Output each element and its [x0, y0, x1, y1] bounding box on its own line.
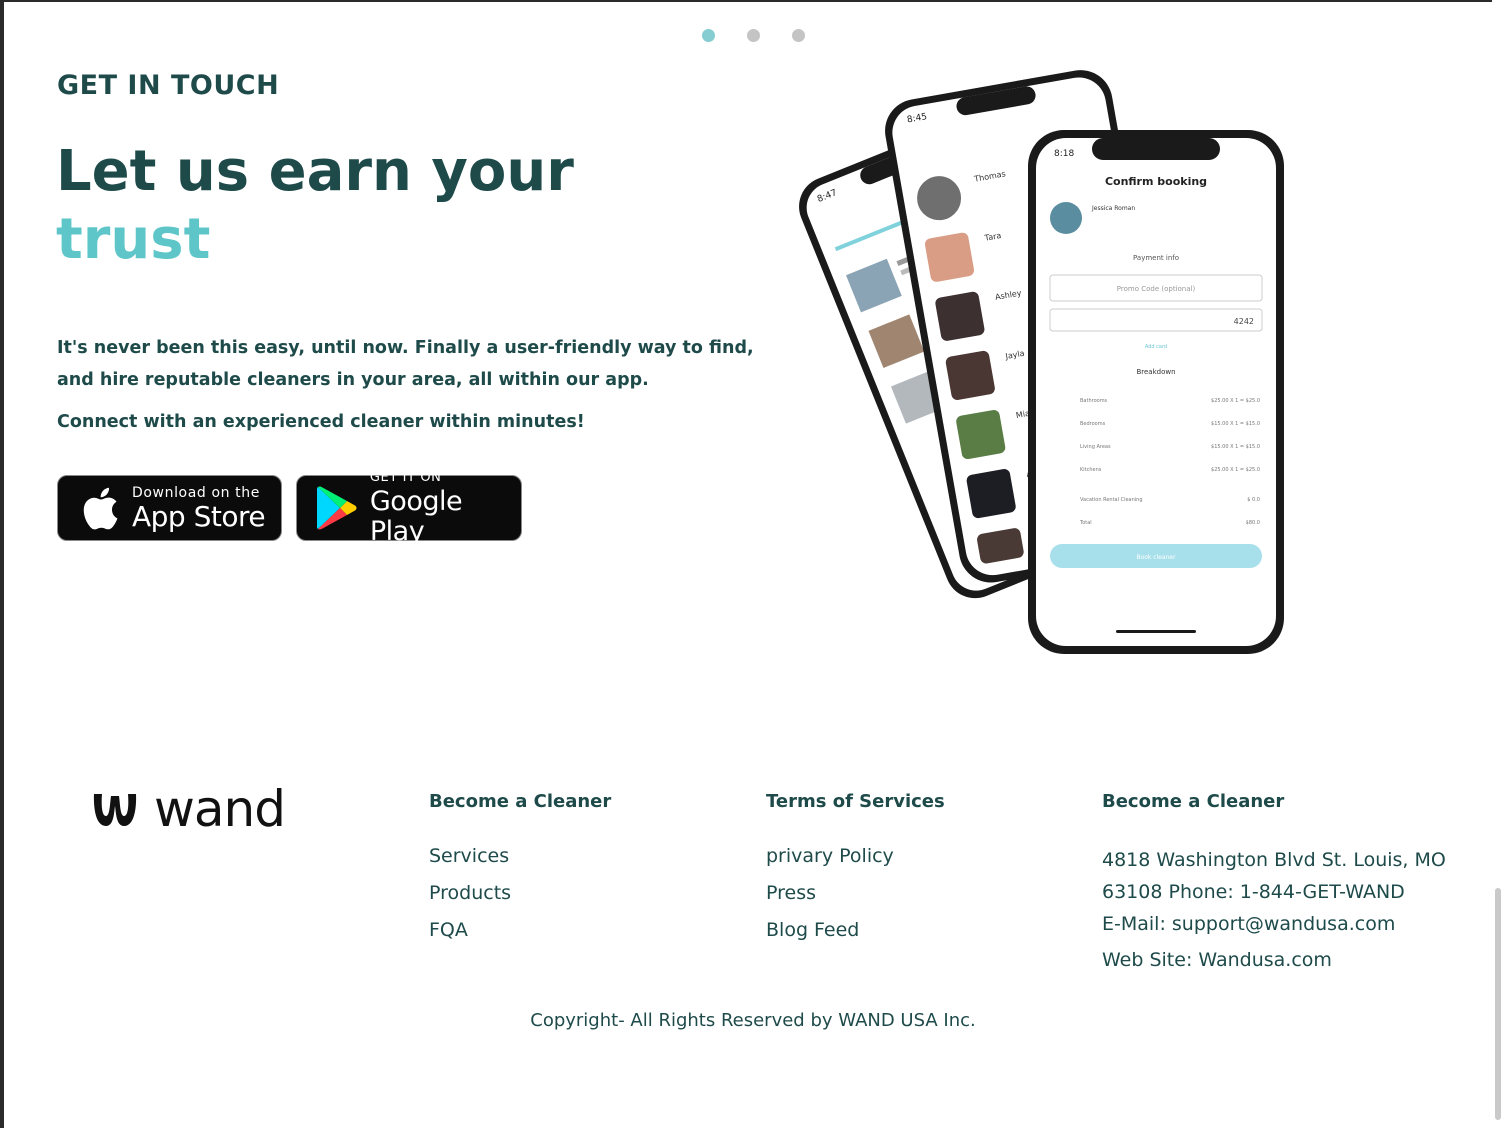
- breakdown-row-3-label: Living Areas: [1080, 444, 1111, 450]
- phone-front-promo: Promo Code (optional): [1117, 285, 1196, 293]
- breakdown-row-1-label: Bathrooms: [1080, 398, 1108, 404]
- breakdown-row-4-value: $25.00 X 1 = $25.0: [1211, 467, 1260, 473]
- breakdown-row-2-label: Bedrooms: [1080, 421, 1106, 427]
- hero-description: It's never been this easy, until now. Fi…: [57, 338, 754, 390]
- section-eyebrow: GET IN TOUCH: [57, 70, 280, 101]
- phone-front-name: Jessica Roman: [1091, 205, 1135, 212]
- phone-front-cta: Book cleaner: [1136, 554, 1176, 561]
- footer-link-faq[interactable]: FQA: [429, 918, 611, 942]
- phone-front-time: 8:18: [1054, 149, 1074, 159]
- headline-main: Let us earn your: [56, 139, 574, 204]
- copyright-text: Copyright- All Rights Reserved by WAND U…: [530, 1010, 976, 1031]
- scrollbar-track[interactable]: [1492, 0, 1506, 1128]
- footer-column-cleaner: Become a Cleaner Services Products FQA: [429, 790, 611, 955]
- window-left-border: [0, 0, 4, 1128]
- breakdown-row-6-value: $80.0: [1246, 520, 1260, 526]
- app-store-button[interactable]: Download on the App Store: [57, 475, 282, 541]
- google-play-icon: [313, 483, 362, 533]
- wand-logo[interactable]: wand: [90, 782, 316, 834]
- breakdown-row-5-label: Vacation Rental Cleaning: [1080, 497, 1143, 503]
- footer-column-contact: Become a Cleaner 4818 Washington Blvd St…: [1102, 790, 1446, 976]
- footer-email[interactable]: E-Mail: support@wandusa.com: [1102, 908, 1446, 940]
- scrollbar-thumb[interactable]: [1495, 888, 1501, 1120]
- footer-link-products[interactable]: Products: [429, 881, 611, 905]
- breakdown-row-5-value: $ 0.0: [1247, 497, 1260, 503]
- phone-front-title: Confirm booking: [1105, 175, 1207, 188]
- carousel-dot-2[interactable]: [747, 29, 760, 42]
- hero-tagline: Connect with an experienced cleaner with…: [57, 412, 585, 432]
- logo-wordmark: wand: [154, 782, 285, 834]
- breakdown-row-4-label: Kitchens: [1080, 467, 1102, 473]
- footer-column-terms: Terms of Services privary Policy Press B…: [766, 790, 945, 955]
- footer-link-services[interactable]: Services: [429, 844, 611, 868]
- footer-link-press[interactable]: Press: [766, 881, 945, 905]
- breakdown-row-6-label: Total: [1079, 520, 1092, 526]
- app-phones-illustration: 8:47 Bo 8:45 Thomas Tara Ashley Jayla Mi…: [799, 70, 1284, 654]
- googleplay-small-label: GET IT ON: [369, 470, 442, 485]
- window-top-border: [0, 0, 1506, 2]
- phone-front-card: 4242: [1234, 317, 1254, 326]
- breakdown-row-1-value: $25.00 X 1 = $25.0: [1211, 398, 1260, 404]
- footer-col1-heading: Become a Cleaner: [429, 791, 612, 812]
- carousel-dot-3[interactable]: [792, 29, 805, 42]
- googleplay-big-label: Google Play: [369, 486, 463, 547]
- google-play-button[interactable]: GET IT ON Google Play: [296, 470, 522, 547]
- hero-headline: Let us earn your trust: [56, 138, 574, 274]
- phone-front-addcard: Add card: [1145, 344, 1167, 350]
- carousel-dot-1[interactable]: [702, 29, 715, 42]
- phone-front-breakdown: Breakdown: [1136, 368, 1175, 376]
- appstore-big-label: App Store: [132, 500, 266, 533]
- footer-col2-heading[interactable]: Terms of Services: [766, 790, 945, 814]
- phone-front-payment: Payment info: [1133, 254, 1179, 262]
- breakdown-row-2-value: $15.00 X 1 = $15.0: [1211, 421, 1260, 427]
- footer-link-privacy[interactable]: privary Policy: [766, 844, 945, 868]
- phone-front: 8:18 Confirm booking Jessica Roman Payme…: [1028, 130, 1284, 654]
- headline-accent: trust: [56, 207, 211, 272]
- footer-link-blog[interactable]: Blog Feed: [766, 918, 945, 942]
- carousel-dots: [702, 29, 805, 42]
- footer-website[interactable]: Web Site: Wandusa.com: [1102, 944, 1446, 976]
- apple-icon: [74, 483, 124, 533]
- footer-col3-heading: Become a Cleaner: [1102, 791, 1285, 812]
- breakdown-row-3-value: $15.00 X 1 = $15.0: [1211, 444, 1260, 450]
- footer-address-line2: 63108 Phone: 1-844-GET-WAND: [1102, 881, 1405, 903]
- footer-address-line1: 4818 Washington Blvd St. Louis, MO: [1102, 849, 1446, 871]
